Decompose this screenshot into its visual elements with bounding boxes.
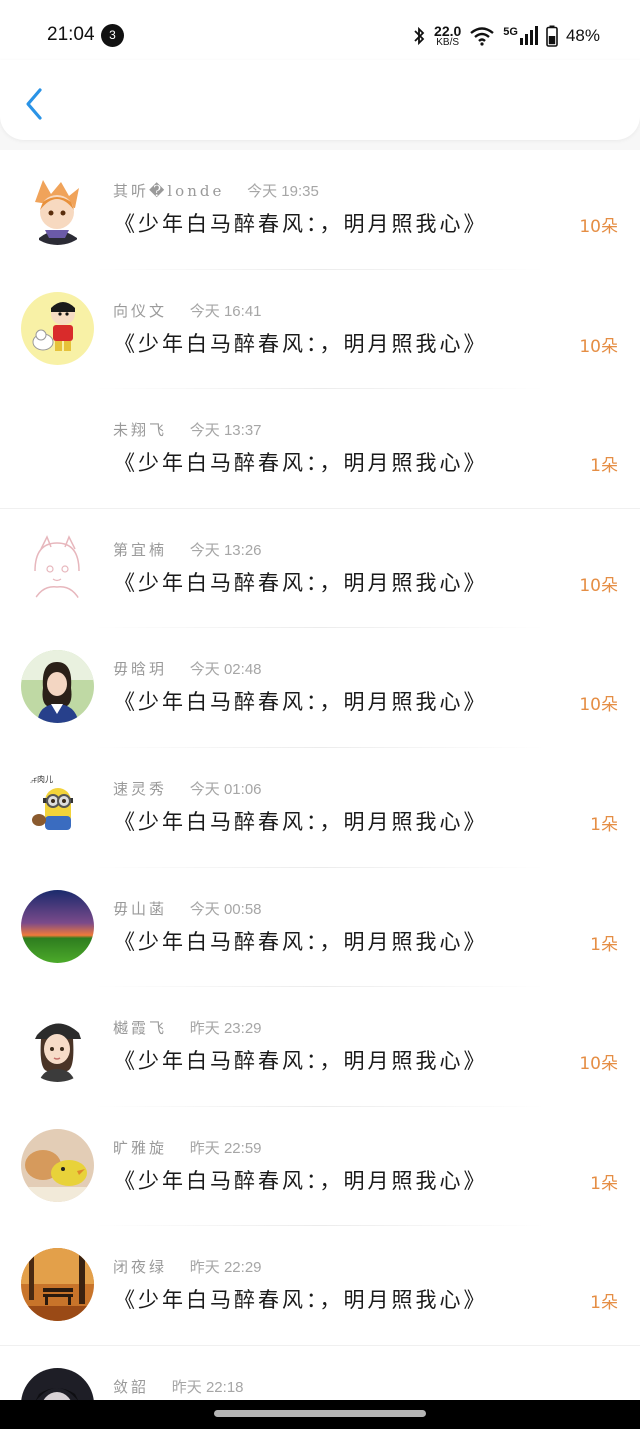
sender-line: 樾霞飞 昨天 23:29: [113, 1017, 262, 1038]
send-time: 今天 13:37: [189, 422, 262, 440]
avatar[interactable]: [21, 1367, 94, 1400]
gift-record-list: 其听�londe 今天 19:35 《少年白马醉春风：，明月照我心》 10朵 向…: [0, 150, 640, 1400]
top-header: [0, 60, 640, 140]
gift-count: 1朵: [590, 934, 618, 955]
svg-text:鲜肉儿: 鲜肉儿: [29, 774, 53, 784]
gift-count: 10朵: [579, 217, 618, 237]
sender-name: 速灵秀: [113, 779, 168, 798]
sender-line: 向仪文 今天 16:41: [113, 300, 262, 321]
sender-name: 敛韶: [113, 1377, 150, 1396]
cellular-signal-icon: 5G: [503, 26, 538, 46]
book-title: 《少年白马醉春风：，明月照我心》: [114, 570, 488, 595]
status-icons: 22.0 KB/S 5G 48%: [412, 22, 600, 50]
gift-count: 1朵: [590, 456, 618, 477]
sender-line: 毋晗玥 今天 02:48: [113, 658, 262, 679]
gift-count: 10朵: [579, 336, 618, 357]
sender-line: 闭夜绿 昨天 22:29: [113, 1256, 262, 1277]
list-item[interactable]: 其听�londe 今天 19:35 《少年白马醉春风：，明月照我心》 10朵: [0, 150, 640, 270]
list-item[interactable]: 鲜肉儿 速灵秀 今天 01:06 《少年白马醉春风：，明月照我心》 1朵: [0, 748, 640, 868]
send-time: 昨天 22:29: [189, 1259, 262, 1277]
chevron-left-icon: [26, 88, 42, 120]
send-time: 昨天 22:18: [171, 1378, 244, 1396]
bluetooth-icon: [412, 26, 426, 46]
send-time: 今天 13:26: [189, 541, 262, 559]
send-time: 今天 19:35: [247, 183, 319, 200]
list-item[interactable]: 毋山菡 今天 00:58 《少年白马醉春风：，明月照我心》 1朵: [0, 868, 640, 988]
list-item[interactable]: 毋晗玥 今天 02:48 《少年白马醉春风：，明月照我心》 10朵: [0, 628, 640, 748]
avatar[interactable]: [21, 411, 94, 485]
battery-icon: [546, 25, 558, 47]
sender-line: 旷雅旋 昨天 22:59: [113, 1137, 262, 1158]
sender-line: 速灵秀 今天 01:06: [113, 778, 262, 799]
sender-name: 向仪文: [113, 301, 168, 320]
list-item[interactable]: 樾霞飞 昨天 23:29 《少年白马醉春风：，明月照我心》 10朵: [0, 987, 640, 1107]
book-title: 《少年白马醉春风：，明月照我心》: [114, 1049, 488, 1074]
gift-count: 1朵: [590, 1293, 618, 1314]
send-time: 今天 16:41: [189, 302, 262, 320]
navigation-bar: [0, 1400, 640, 1429]
sender-line: 第宜楠 今天 13:26: [113, 539, 262, 560]
avatar[interactable]: [21, 1009, 94, 1083]
sender-name: 闭夜绿: [113, 1258, 168, 1277]
sender-name: 毋山菡: [113, 899, 168, 918]
network-speed: 22.0 KB/S: [434, 24, 461, 48]
avatar[interactable]: [21, 530, 94, 604]
book-title: 《少年白马醉春风：，明月照我心》: [114, 212, 488, 236]
list-item[interactable]: 旷雅旋 昨天 22:59 《少年白马醉春风：，明月照我心》 1朵: [0, 1107, 640, 1227]
list-item[interactable]: 闭夜绿 昨天 22:29 《少年白马醉春风：，明月照我心》 1朵: [0, 1226, 640, 1346]
book-title: 《少年白马醉春风：，明月照我心》: [114, 1168, 488, 1193]
avatar[interactable]: [21, 1128, 94, 1202]
send-time: 昨天 23:29: [189, 1020, 262, 1038]
sender-line: 毋山菡 今天 00:58: [113, 898, 262, 919]
avatar[interactable]: [21, 889, 94, 963]
send-time: 昨天 22:59: [189, 1139, 262, 1157]
sender-name: 第宜楠: [113, 540, 168, 559]
sender-name: 旷雅旋: [113, 1138, 168, 1157]
avatar[interactable]: [21, 291, 94, 365]
avatar[interactable]: [21, 650, 94, 724]
avatar[interactable]: [21, 172, 94, 245]
book-title: 《少年白马醉春风：，明月照我心》: [114, 331, 488, 356]
list-item[interactable]: 敛韶 昨天 22:18: [0, 1346, 640, 1400]
book-title: 《少年白马醉春风：，明月照我心》: [114, 929, 488, 954]
send-time: 今天 00:58: [189, 900, 262, 918]
sender-name: 樾霞飞: [113, 1019, 168, 1038]
sender-name: 其听�londe: [113, 182, 225, 200]
sender-line: 未翔飞 今天 13:37: [113, 419, 262, 440]
status-time: 21:04: [47, 24, 95, 45]
send-time: 今天 02:48: [189, 661, 262, 679]
gift-count: 10朵: [579, 575, 618, 596]
sender-name: 毋晗玥: [113, 660, 168, 679]
book-title: 《少年白马醉春风：，明月照我心》: [114, 1288, 488, 1313]
list-item[interactable]: 第宜楠 今天 13:26 《少年白马醉春风：，明月照我心》 10朵: [0, 509, 640, 629]
book-title: 《少年白马醉春风：，明月照我心》: [114, 690, 488, 715]
sender-line: 敛韶 昨天 22:18: [113, 1376, 244, 1397]
notification-badge: 3: [101, 24, 124, 47]
battery-percent: 48%: [565, 26, 600, 45]
avatar[interactable]: [21, 1248, 94, 1322]
avatar[interactable]: 鲜肉儿: [21, 769, 94, 843]
sender-line: 其听�londe 今天 19:35: [113, 180, 319, 201]
gift-count: 1朵: [590, 1173, 618, 1194]
sender-name: 未翔飞: [113, 421, 168, 440]
list-item[interactable]: 向仪文 今天 16:41 《少年白马醉春风：，明月照我心》 10朵: [0, 270, 640, 390]
book-title: 《少年白马醉春风：，明月照我心》: [114, 809, 488, 834]
book-title: 《少年白马醉春风：，明月照我心》: [114, 451, 488, 476]
network-type: 5G: [503, 26, 518, 38]
back-button[interactable]: [20, 86, 50, 122]
gift-count: 10朵: [579, 695, 618, 716]
gift-count: 1朵: [590, 814, 618, 835]
list-item[interactable]: 未翔飞 今天 13:37 《少年白马醉春风：，明月照我心》 1朵: [0, 389, 640, 509]
home-indicator[interactable]: [214, 1410, 426, 1417]
speed-unit: KB/S: [436, 36, 460, 48]
send-time: 今天 01:06: [189, 780, 262, 798]
gift-count: 10朵: [579, 1054, 618, 1075]
wifi-icon: [469, 26, 495, 46]
